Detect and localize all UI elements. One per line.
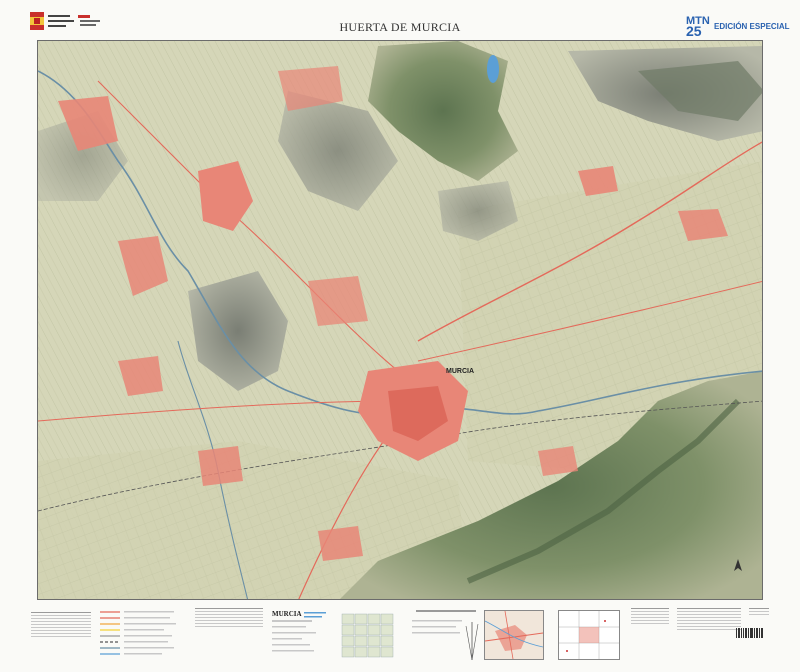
reservoir [487, 55, 499, 83]
road-symbols-icon [100, 611, 176, 655]
series-badge: MTN 25 [686, 16, 710, 39]
adjacent-sheets-index[interactable] [558, 610, 620, 660]
legend-scale-declination [408, 604, 488, 664]
government-logo-icon [30, 12, 100, 30]
legend-city-heading: MURCIA [272, 610, 302, 618]
legend-elevations [630, 604, 670, 664]
legend-sheet-grid [340, 604, 400, 664]
adjacent-sheets-grid [559, 611, 619, 659]
legend-signs [30, 604, 92, 664]
index-map-thumbnail [484, 610, 544, 660]
legend-band: MURCIA [30, 604, 770, 666]
legend-signs-title [30, 606, 92, 610]
map-viewport[interactable]: MURCIA [37, 40, 763, 600]
urban-south-town [318, 526, 363, 561]
legend-coordinates-table [676, 604, 742, 664]
sheet-header: HUERTA DE MURCIA MTN 25 EDICIÓN ESPECIAL [0, 0, 800, 40]
sheet-grid-icon [341, 613, 394, 658]
toponymy-samples: MURCIA [272, 610, 326, 652]
legend-communications [98, 604, 188, 664]
topographic-map[interactable]: MURCIA [38, 41, 763, 600]
series-number: 25 [686, 23, 702, 39]
declination-diagram-icon [412, 610, 479, 661]
urban-central-suburbs [308, 276, 368, 326]
barcode-icon [736, 628, 763, 638]
urban-southwest-town [198, 446, 243, 486]
edition-label: EDICIÓN ESPECIAL [714, 22, 790, 31]
city-label-murcia: MURCIA [446, 368, 474, 375]
map-sheet: HUERTA DE MURCIA MTN 25 EDICIÓN ESPECIAL [0, 0, 800, 672]
legend-toponymy: MURCIA [270, 604, 334, 664]
location-index-map[interactable] [484, 610, 544, 660]
legend-municipalities [194, 604, 264, 664]
urban-southeast-town [538, 446, 578, 476]
map-title: HUERTA DE MURCIA [339, 20, 461, 34]
